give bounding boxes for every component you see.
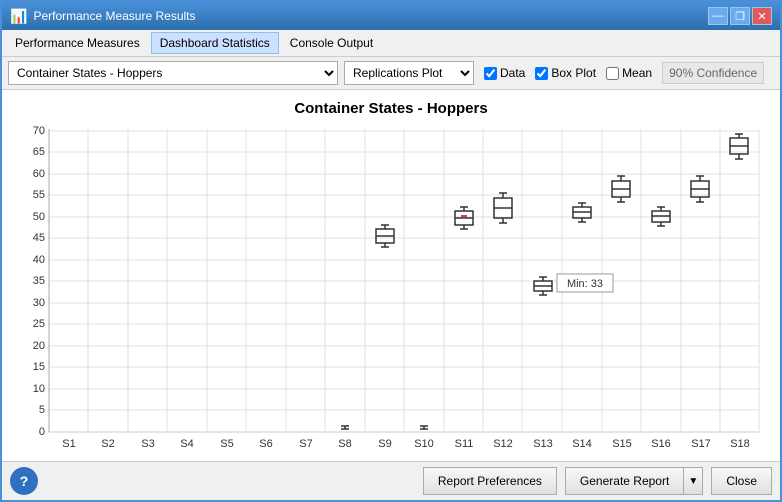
box-plot-checkbox[interactable]: [535, 67, 548, 80]
svg-text:S16: S16: [651, 438, 671, 450]
svg-text:70: 70: [33, 125, 45, 137]
svg-text:55: 55: [33, 189, 45, 201]
window-title: Performance Measure Results: [33, 9, 195, 23]
help-button[interactable]: ?: [10, 467, 38, 495]
chart-title: Container States - Hoppers: [6, 90, 776, 121]
svg-text:S13: S13: [533, 438, 553, 450]
mean-checkbox-label[interactable]: Mean: [606, 66, 652, 80]
report-preferences-button[interactable]: Report Preferences: [423, 467, 557, 495]
svg-text:S2: S2: [101, 438, 114, 450]
svg-text:30: 30: [33, 297, 45, 309]
svg-text:S4: S4: [180, 438, 193, 450]
data-checkbox-label[interactable]: Data: [484, 66, 525, 80]
svg-text:50: 50: [33, 211, 45, 223]
svg-text:S5: S5: [220, 438, 233, 450]
svg-text:65: 65: [33, 146, 45, 158]
svg-text:S12: S12: [493, 438, 513, 450]
svg-text:10: 10: [33, 383, 45, 395]
menu-console-output[interactable]: Console Output: [281, 32, 382, 54]
footer-bar: ? Report Preferences Generate Report ▼ C…: [2, 461, 780, 500]
svg-text:5: 5: [39, 404, 45, 416]
svg-text:15: 15: [33, 361, 45, 373]
svg-text:S17: S17: [691, 438, 711, 450]
svg-text:60: 60: [33, 168, 45, 180]
box-plot-checkbox-label[interactable]: Box Plot: [535, 66, 596, 80]
svg-text:0: 0: [39, 426, 45, 438]
svg-text:S7: S7: [299, 438, 312, 450]
generate-report-dropdown-button[interactable]: ▼: [683, 467, 703, 495]
close-window-button[interactable]: ✕: [752, 7, 772, 25]
svg-text:S15: S15: [612, 438, 632, 450]
restore-button[interactable]: ❐: [730, 7, 750, 25]
svg-text:40: 40: [33, 254, 45, 266]
chart-svg: /* will draw via inline SVG elements */ …: [11, 121, 771, 461]
menu-dashboard-statistics[interactable]: Dashboard Statistics: [151, 32, 279, 54]
svg-text:S10: S10: [414, 438, 434, 450]
confidence-label: 90% Confidence: [662, 62, 764, 84]
close-button[interactable]: Close: [711, 467, 772, 495]
data-checkbox[interactable]: [484, 67, 497, 80]
mean-checkbox[interactable]: [606, 67, 619, 80]
generate-report-button[interactable]: Generate Report: [565, 467, 683, 495]
svg-text:20: 20: [33, 340, 45, 352]
svg-text:S9: S9: [378, 438, 391, 450]
chart-options: Data Box Plot Mean 90% Confidence: [484, 62, 764, 84]
chart-area: Container States - Hoppers /* will draw …: [2, 90, 780, 461]
generate-report-group: Generate Report ▼: [565, 467, 703, 495]
minimize-button[interactable]: —: [708, 7, 728, 25]
plot-type-dropdown[interactable]: Replications Plot: [344, 61, 474, 85]
menu-performance-measures[interactable]: Performance Measures: [6, 32, 149, 54]
svg-text:Min: 33: Min: 33: [567, 278, 603, 290]
svg-text:S18: S18: [730, 438, 750, 450]
svg-text:45: 45: [33, 232, 45, 244]
svg-text:S11: S11: [455, 438, 474, 450]
title-bar: 📊 Performance Measure Results — ❐ ✕: [2, 2, 780, 30]
svg-text:35: 35: [33, 275, 45, 287]
svg-text:S14: S14: [572, 438, 592, 450]
svg-text:S6: S6: [259, 438, 272, 450]
svg-text:S3: S3: [141, 438, 154, 450]
app-icon: 📊: [10, 8, 27, 25]
svg-text:25: 25: [33, 318, 45, 330]
container-dropdown[interactable]: Container States - Hoppers: [8, 61, 338, 85]
menu-bar: Performance Measures Dashboard Statistic…: [2, 30, 780, 57]
svg-text:S8: S8: [338, 438, 351, 450]
toolbar: Container States - Hoppers Replications …: [2, 57, 780, 90]
svg-text:S1: S1: [62, 438, 75, 450]
